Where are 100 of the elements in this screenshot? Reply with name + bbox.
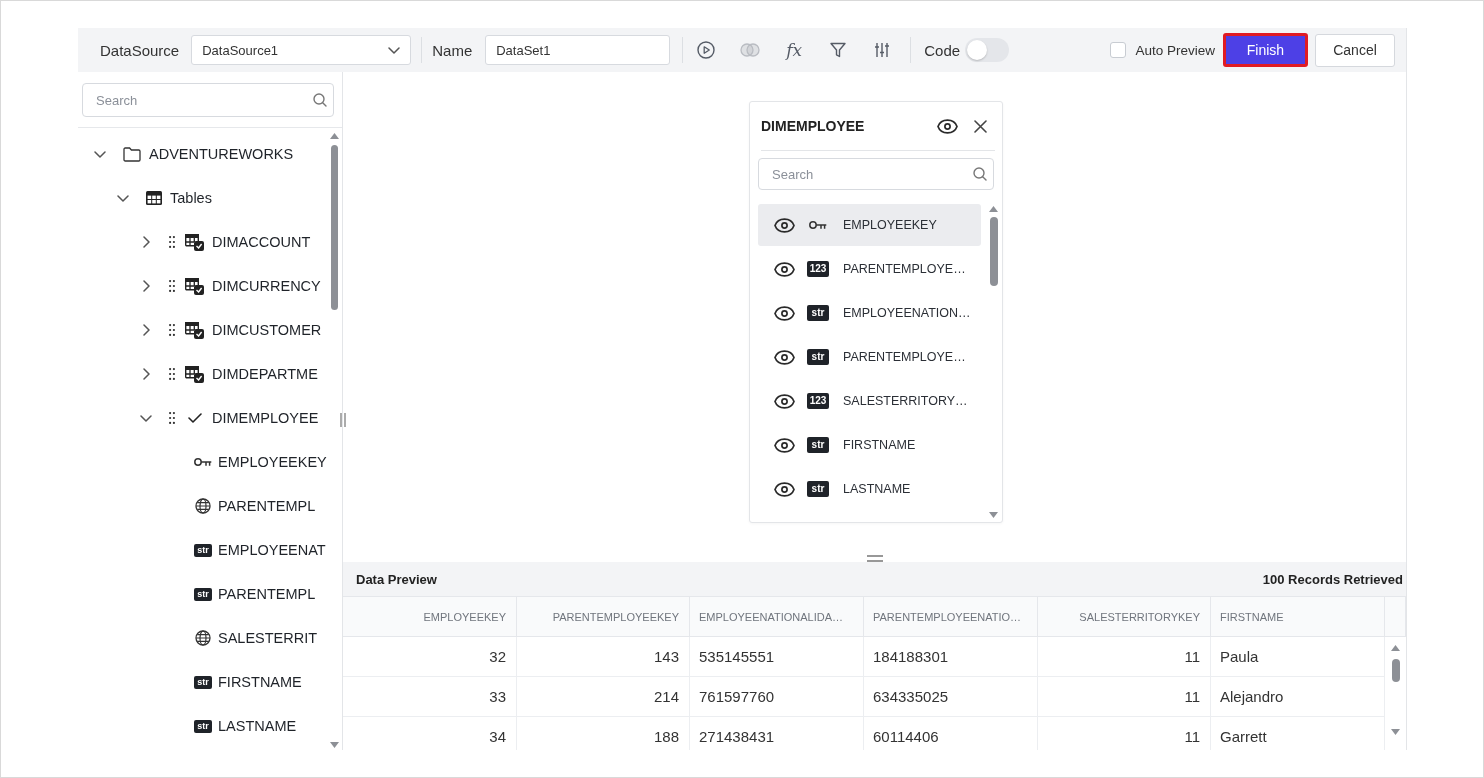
finish-button[interactable]: Finish: [1223, 33, 1308, 67]
scroll-down-icon[interactable]: [989, 512, 998, 518]
eye-icon[interactable]: [774, 305, 795, 321]
tree-item[interactable]: DIMEMPLOYEE: [212, 410, 319, 426]
column-name: SALESTERRITORY…: [843, 394, 968, 408]
tree-item[interactable]: SALESTERRIT: [218, 630, 318, 646]
scroll-up-icon[interactable]: [1391, 645, 1400, 651]
key-icon: [809, 220, 827, 230]
code-toggle[interactable]: [965, 38, 1010, 62]
tree-item[interactable]: EMPLOYEEKEY: [218, 454, 327, 470]
column-row[interactable]: str FIRSTNAME: [758, 424, 981, 466]
eye-icon[interactable]: [774, 261, 795, 277]
name-input[interactable]: DataSet1: [485, 35, 671, 65]
column-row[interactable]: 123 SALESTERRITORY…: [758, 380, 981, 422]
table-cell: 33: [343, 677, 517, 716]
table-cell: 60114406: [864, 717, 1038, 750]
chevron-right-icon[interactable]: [142, 324, 150, 336]
run-button[interactable]: [697, 41, 716, 59]
tree-item[interactable]: FIRSTNAME: [218, 674, 302, 690]
search-field[interactable]: Search: [82, 83, 334, 117]
tree-item[interactable]: DIMCUSTOMER: [212, 322, 322, 338]
scroll-down-icon[interactable]: [329, 742, 339, 748]
search-field[interactable]: Search: [758, 158, 994, 190]
table-cell: 11: [1038, 637, 1211, 676]
filter-button[interactable]: [830, 42, 847, 58]
table-cell: 11: [1038, 717, 1211, 750]
drag-handle-icon[interactable]: [865, 555, 884, 562]
cancel-button[interactable]: Cancel: [1315, 33, 1395, 67]
filter-icon: [830, 42, 847, 58]
tree-item[interactable]: Tables: [170, 190, 212, 206]
table-cell: Garrett: [1211, 717, 1385, 750]
column-row[interactable]: str PARENTEMPLOYE…: [758, 336, 981, 378]
close-icon[interactable]: [974, 119, 987, 133]
table-cell: 143: [517, 637, 690, 676]
eye-icon[interactable]: [774, 393, 795, 409]
datasource-dropdown[interactable]: DataSource1: [191, 35, 412, 65]
column-header: EMPLOYEEKEY: [343, 597, 517, 636]
formula-button[interactable]: fx: [786, 41, 803, 59]
tree-item[interactable]: DIMCURRENCY: [212, 278, 321, 294]
drag-grip-icon[interactable]: [169, 280, 175, 292]
column-row[interactable]: str EMPLOYEENATION…: [758, 292, 981, 334]
tree-item[interactable]: LASTNAME: [218, 718, 297, 734]
table-grid-icon: [146, 191, 162, 205]
eye-icon[interactable]: [774, 217, 795, 233]
search-icon[interactable]: [973, 167, 987, 181]
column-row[interactable]: str LASTNAME: [758, 468, 981, 510]
sliders-button[interactable]: [874, 42, 891, 58]
column-row[interactable]: 123 PARENTEMPLOYE…: [758, 248, 981, 290]
tree-item[interactable]: PARENTEMPL: [218, 586, 316, 602]
tree-item[interactable]: PARENTEMPL: [218, 498, 316, 514]
drag-grip-icon[interactable]: [169, 368, 175, 380]
table-cell: Paula: [1211, 637, 1385, 676]
chevron-down-icon[interactable]: [140, 414, 152, 422]
eye-icon[interactable]: [774, 437, 795, 453]
play-circle-icon: [697, 41, 716, 59]
scrollbar-thumb[interactable]: [1391, 659, 1400, 682]
column-name: PARENTEMPLOYE…: [843, 350, 966, 364]
preview-title: Data Preview: [356, 571, 437, 587]
table-cell: 761597760: [690, 677, 864, 716]
chevron-right-icon[interactable]: [142, 236, 150, 248]
drag-grip-icon[interactable]: [169, 412, 175, 424]
datasource-label: DataSource: [100, 41, 180, 59]
type-badge: str: [194, 587, 212, 601]
tree-item[interactable]: ADVENTUREWORKS: [149, 146, 294, 162]
table-cell: 188: [517, 717, 690, 750]
type-badge: str: [807, 349, 829, 365]
drag-grip-icon[interactable]: [169, 324, 175, 336]
scroll-up-icon[interactable]: [989, 206, 998, 212]
column-header: SALESTERRITORYKEY: [1038, 597, 1211, 636]
tree-item[interactable]: EMPLOYEENAT: [218, 542, 326, 558]
tree-item[interactable]: DIMDEPARTME: [212, 366, 318, 382]
globe-icon: [195, 498, 211, 514]
eye-icon[interactable]: [774, 349, 795, 365]
chevron-right-icon[interactable]: [142, 368, 150, 380]
tree-item[interactable]: DIMACCOUNT: [212, 234, 311, 250]
column-header: FIRSTNAME: [1211, 597, 1385, 636]
chevron-down-icon[interactable]: [94, 150, 106, 158]
table-cell: 32: [343, 637, 517, 676]
table-cell: 214: [517, 677, 690, 716]
resize-handle-icon[interactable]: [340, 412, 346, 428]
scroll-up-icon[interactable]: [329, 133, 339, 139]
chevron-right-icon[interactable]: [142, 280, 150, 292]
column-name: LASTNAME: [843, 482, 911, 496]
column-row[interactable]: EMPLOYEEKEY: [758, 204, 981, 246]
scroll-down-icon[interactable]: [1391, 729, 1400, 735]
type-badge: 123: [807, 261, 829, 277]
scrollbar-thumb[interactable]: [330, 145, 338, 310]
table-cell: 11: [1038, 677, 1211, 716]
type-badge: str: [194, 719, 212, 733]
eye-icon[interactable]: [774, 481, 795, 497]
column-name: FIRSTNAME: [843, 438, 916, 452]
drag-grip-icon[interactable]: [169, 236, 175, 248]
auto-preview-checkbox[interactable]: [1110, 42, 1127, 58]
type-badge: str: [194, 543, 212, 557]
chevron-down-icon[interactable]: [117, 194, 129, 202]
eye-icon[interactable]: [937, 118, 958, 134]
card-title: DIMEMPLOYEE: [761, 118, 866, 134]
column-name: PARENTEMPLOYE…: [843, 262, 966, 276]
search-icon[interactable]: [313, 93, 327, 107]
scrollbar-thumb[interactable]: [989, 217, 998, 286]
